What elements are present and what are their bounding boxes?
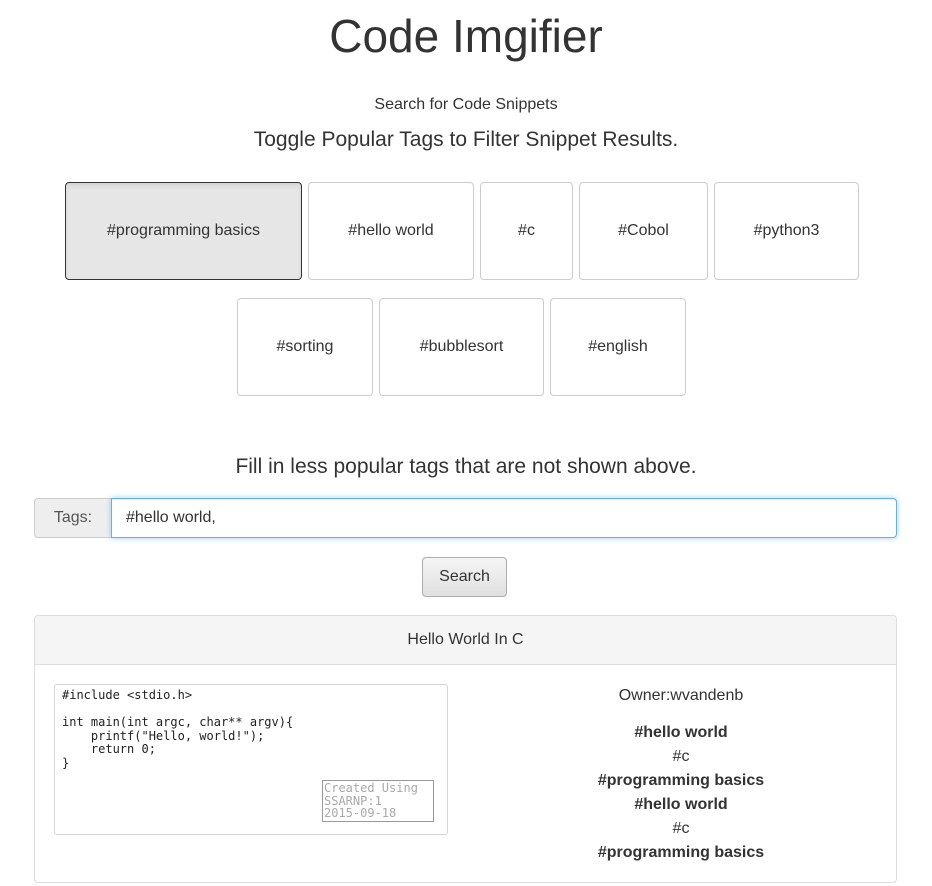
tag-toggle-python3[interactable]: #python3 xyxy=(714,182,859,280)
watermark-stamp: Created Using SSARNP:1 2015-09-18 xyxy=(322,780,434,822)
snippet-tag: #programming basics xyxy=(597,772,765,789)
tag-toggle-c[interactable]: #c xyxy=(480,182,573,280)
page: Code Imgifier Search for Code Snippets T… xyxy=(0,0,932,886)
tag-toggle-english[interactable]: #english xyxy=(550,298,686,396)
tags-input[interactable] xyxy=(111,498,897,538)
toggle-tags-heading: Toggle Popular Tags to Filter Snippet Re… xyxy=(253,128,679,151)
result-panel: Hello World In C #include <stdio.h> int … xyxy=(34,615,897,883)
snippet-tag: #hello world xyxy=(634,796,728,813)
tag-toggle-hello-world[interactable]: #hello world xyxy=(308,182,474,280)
tag-toggle-sorting[interactable]: #sorting xyxy=(237,298,373,396)
tag-toggle-programming-basics[interactable]: #programming basics xyxy=(65,182,302,280)
code-snippet-text: #include <stdio.h> int main(int argc, ch… xyxy=(62,688,294,770)
tag-toggle-bubblesort[interactable]: #bubblesort xyxy=(379,298,544,396)
search-button[interactable]: Search xyxy=(422,557,507,597)
tags-addon-label: Tags: xyxy=(34,498,111,538)
less-popular-heading: Fill in less popular tags that are not s… xyxy=(235,455,697,478)
snippet-tag: #c xyxy=(672,820,690,837)
snippet-owner: Owner:wvandenb xyxy=(618,687,744,704)
search-subtitle: Search for Code Snippets xyxy=(374,96,558,113)
watermark-line: Created Using xyxy=(324,781,418,795)
snippet-tag: #hello world xyxy=(634,724,728,741)
watermark-line: 2015-09-18 xyxy=(324,806,397,820)
snippet-tag-list: #hello world #c #programming basics #hel… xyxy=(481,721,881,865)
code-snippet-image: #include <stdio.h> int main(int argc, ch… xyxy=(54,684,448,835)
snippet-tag: #programming basics xyxy=(597,844,765,861)
tags-input-group: Tags: xyxy=(34,498,897,538)
app-title: Code Imgifier xyxy=(329,10,603,62)
tag-toggle-cobol[interactable]: #Cobol xyxy=(579,182,708,280)
snippet-tag: #c xyxy=(672,748,690,765)
result-title: Hello World In C xyxy=(35,616,896,665)
